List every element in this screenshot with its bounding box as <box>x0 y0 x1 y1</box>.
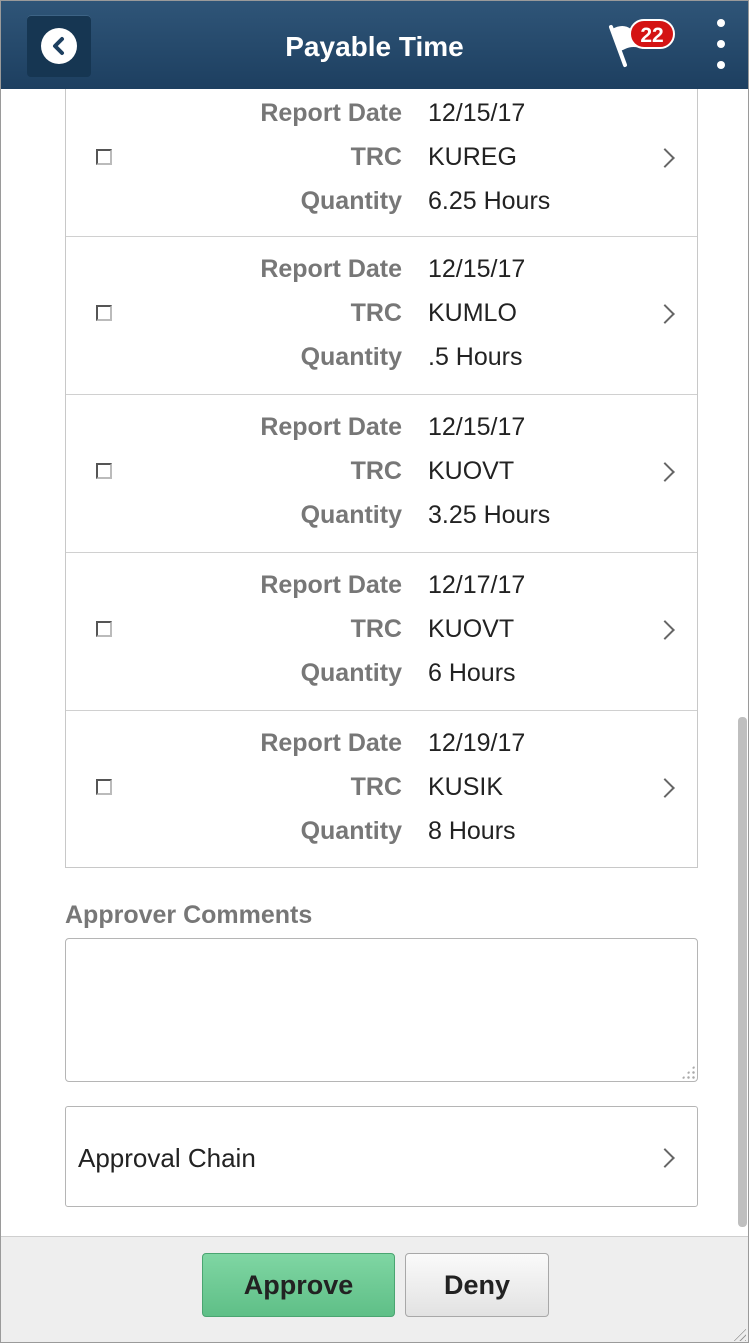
trc-label: TRC <box>350 143 402 171</box>
vertical-scrollbar[interactable] <box>738 717 747 1227</box>
report-date-label: Report Date <box>260 729 402 757</box>
report-date-label: Report Date <box>260 571 402 599</box>
report-date-value: 12/17/17 <box>428 571 526 599</box>
quantity-label: Quantity <box>300 659 402 687</box>
quantity-label: Quantity <box>300 343 402 371</box>
row-checkbox[interactable] <box>96 779 112 795</box>
row-checkbox[interactable] <box>96 463 112 479</box>
quantity-value: 8 Hours <box>428 817 516 845</box>
payable-time-list: Report Date 12/15/17 TRC KUREG Quantity … <box>65 89 698 868</box>
header-bar: Payable Time 22 <box>1 1 748 89</box>
report-date-value: 12/15/17 <box>428 255 526 283</box>
chevron-right-icon <box>655 304 675 324</box>
list-item[interactable]: Report Date 12/17/17 TRC KUOVT Quantity … <box>66 553 697 711</box>
quantity-value: 6 Hours <box>428 659 516 687</box>
row-checkbox[interactable] <box>96 305 112 321</box>
trc-label: TRC <box>350 299 402 327</box>
quantity-value: 3.25 Hours <box>428 501 551 529</box>
quantity-value: .5 Hours <box>428 343 523 371</box>
quantity-value: 6.25 Hours <box>428 187 551 215</box>
approve-button[interactable]: Approve <box>202 1253 395 1317</box>
approval-chain-link[interactable]: Approval Chain <box>65 1106 698 1207</box>
action-footer: Approve Deny <box>1 1236 748 1342</box>
trc-label: TRC <box>350 615 402 643</box>
chevron-right-icon <box>655 620 675 640</box>
approval-chain-label: Approval Chain <box>78 1143 256 1173</box>
trc-value: KUMLO <box>428 299 517 327</box>
row-checkbox[interactable] <box>96 149 112 165</box>
trc-label: TRC <box>350 457 402 485</box>
approver-comments-label: Approver Comments <box>65 901 313 929</box>
notification-count-badge[interactable]: 22 <box>629 19 675 49</box>
report-date-label: Report Date <box>260 255 402 283</box>
report-date-value: 12/19/17 <box>428 729 526 757</box>
list-item[interactable]: Report Date 12/15/17 TRC KUREG Quantity … <box>66 89 697 237</box>
list-item[interactable]: Report Date 12/15/17 TRC KUOVT Quantity … <box>66 395 697 553</box>
more-vertical-icon[interactable] <box>709 19 733 69</box>
trc-value: KUSIK <box>428 773 504 801</box>
approver-comments-input[interactable] <box>65 938 698 1082</box>
report-date-value: 12/15/17 <box>428 413 526 441</box>
chevron-left-icon <box>41 28 77 64</box>
trc-label: TRC <box>350 773 402 801</box>
trc-value: KUOVT <box>428 457 515 485</box>
row-checkbox[interactable] <box>96 621 112 637</box>
chevron-right-icon <box>655 778 675 798</box>
quantity-label: Quantity <box>300 817 402 845</box>
window-resize-icon[interactable] <box>732 1327 746 1341</box>
trc-value: KUOVT <box>428 615 515 643</box>
chevron-right-icon <box>655 1148 675 1168</box>
chevron-right-icon <box>655 462 675 482</box>
chevron-right-icon <box>655 148 675 168</box>
report-date-label: Report Date <box>260 413 402 441</box>
quantity-label: Quantity <box>300 187 402 215</box>
quantity-label: Quantity <box>300 501 402 529</box>
deny-button[interactable]: Deny <box>405 1253 549 1317</box>
report-date-label: Report Date <box>260 99 402 127</box>
back-button[interactable] <box>27 15 91 77</box>
app-frame: Payable Time 22 Report Date 12/15/17 TRC… <box>0 0 749 1343</box>
report-date-value: 12/15/17 <box>428 99 526 127</box>
list-item[interactable]: Report Date 12/19/17 TRC KUSIK Quantity … <box>66 711 697 867</box>
page-title: Payable Time <box>285 31 464 62</box>
list-item[interactable]: Report Date 12/15/17 TRC KUMLO Quantity … <box>66 237 697 395</box>
trc-value: KUREG <box>428 143 517 171</box>
